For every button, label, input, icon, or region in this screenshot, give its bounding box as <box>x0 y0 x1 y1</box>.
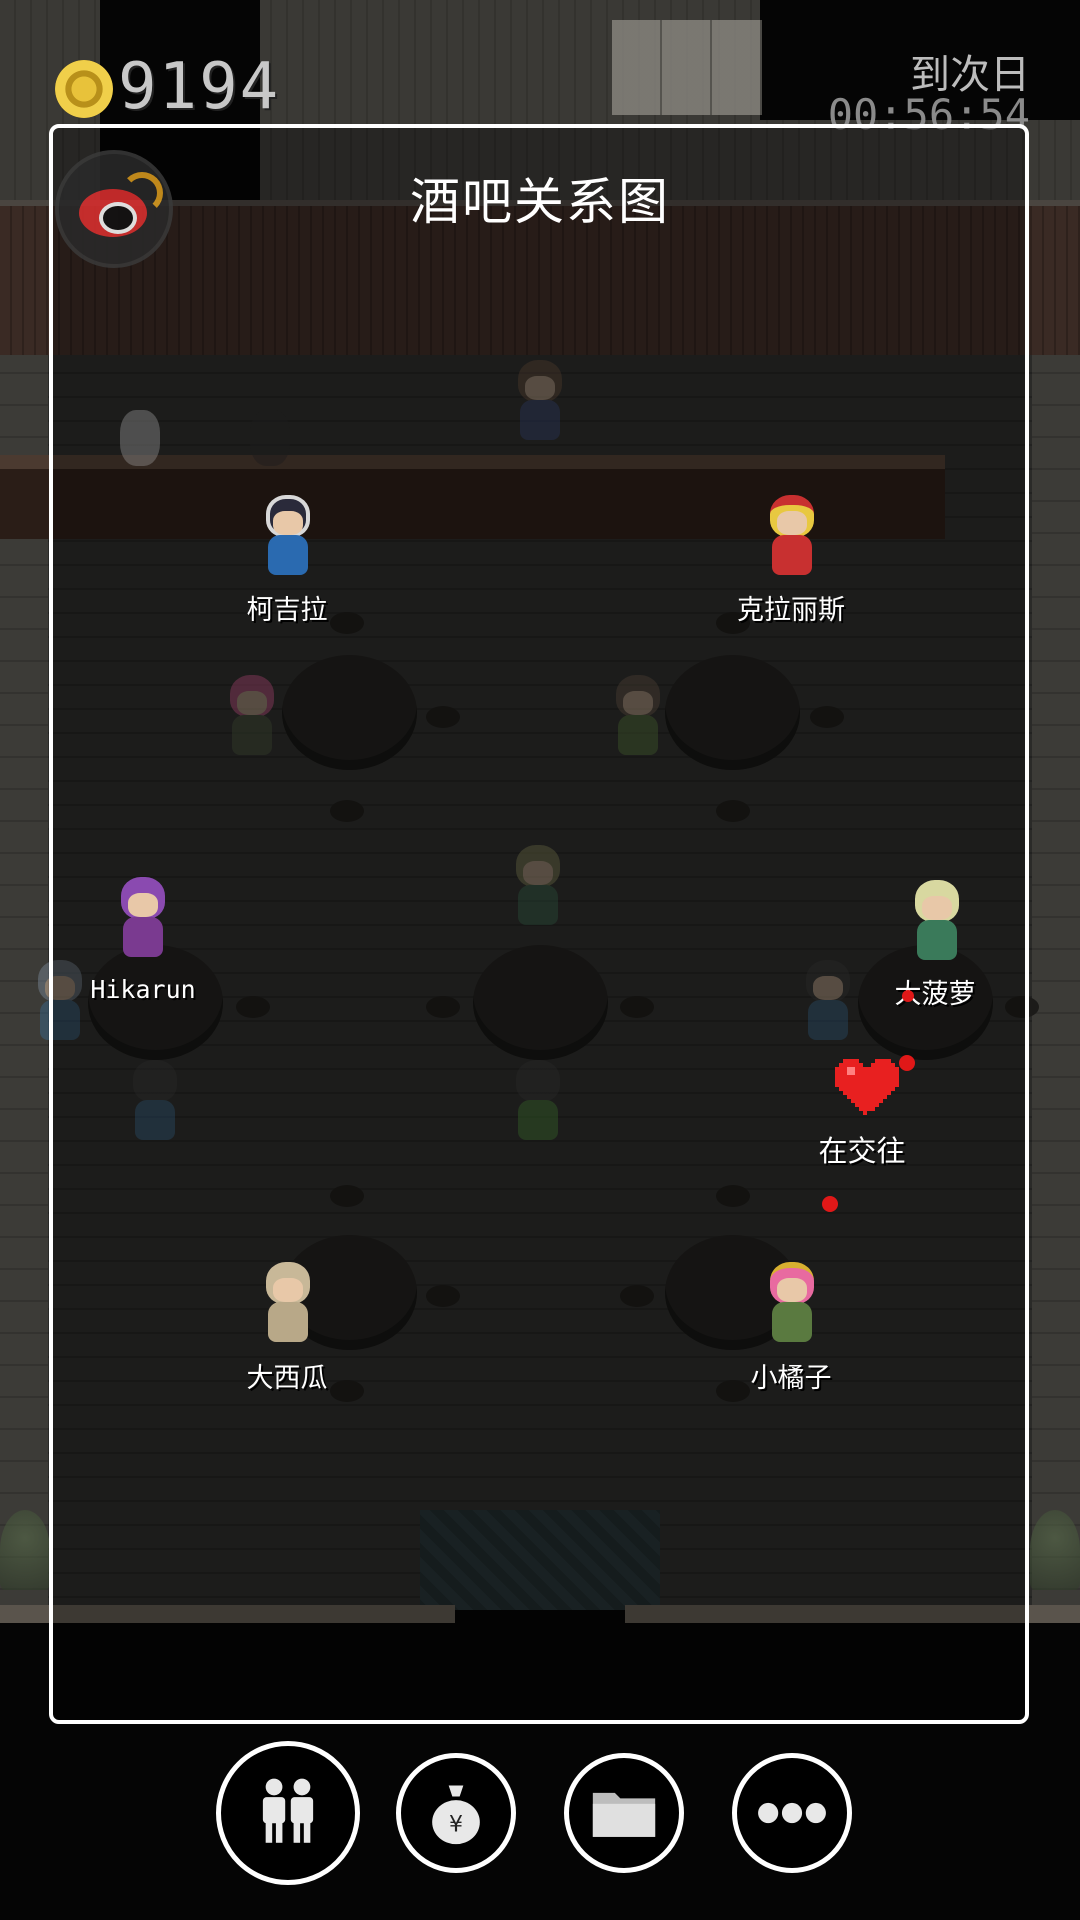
plant <box>0 1510 50 1590</box>
people-icon <box>262 1778 314 1843</box>
folder-icon <box>592 1792 656 1837</box>
heart-icon <box>835 1059 899 1115</box>
relationship-panel <box>49 124 1029 1724</box>
svg-text:¥: ¥ <box>449 1812 463 1837</box>
relationship-label: 在交往 <box>818 1134 906 1168</box>
money-bag-button[interactable]: ¥ <box>396 1753 516 1873</box>
crates <box>612 20 762 115</box>
character-name[interactable]: 克拉丽斯 <box>737 588 845 627</box>
character-name[interactable]: 柯吉拉 <box>247 588 328 627</box>
right-wall <box>1032 355 1080 1620</box>
relationship-dot <box>899 1055 915 1071</box>
relationship-dot <box>822 1196 838 1212</box>
character-sprite-daxigua[interactable] <box>258 1262 318 1346</box>
coin-icon <box>55 60 113 118</box>
character-sprite-xiaojuzi[interactable] <box>762 1262 822 1346</box>
character-name[interactable]: 大西瓜 <box>247 1356 328 1395</box>
people-button[interactable] <box>216 1741 360 1885</box>
character-name[interactable]: 小橘子 <box>751 1356 832 1395</box>
more-icon <box>758 1802 826 1824</box>
panel-title: 酒吧关系图 <box>410 173 670 231</box>
character-sprite-clarice[interactable] <box>762 495 822 579</box>
money-bag-icon: ¥ <box>432 1785 480 1845</box>
character-sprite-hikarun[interactable] <box>113 877 173 961</box>
character-sprite-kejila[interactable] <box>258 495 318 579</box>
plant <box>1030 1510 1080 1590</box>
more-button[interactable] <box>732 1753 852 1873</box>
character-sprite-dabolo[interactable] <box>907 880 967 964</box>
coin-count: 9194 <box>118 50 281 124</box>
character-name[interactable]: Hikarun <box>90 975 195 1004</box>
folder-button[interactable] <box>564 1753 684 1873</box>
relationship-dot <box>902 990 914 1002</box>
